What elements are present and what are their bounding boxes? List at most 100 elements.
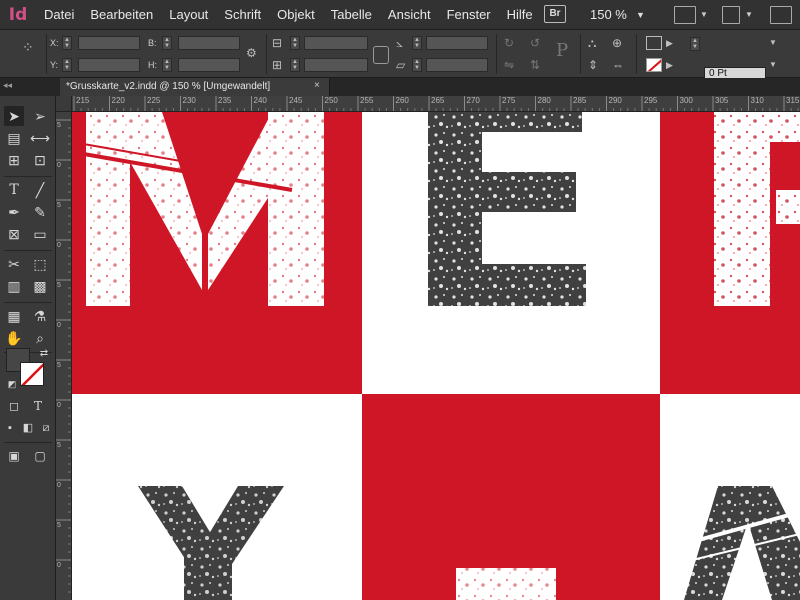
content-collector-icon[interactable]: ⊞ (4, 150, 24, 170)
stroke-weight-spinner[interactable]: ▲ ▼ (690, 37, 700, 51)
constrain-proportions-icon[interactable]: ⚙ (246, 46, 257, 60)
flip-vertical-icon[interactable]: ⇅ (530, 58, 540, 72)
flip-horizontal-icon[interactable]: ⇋ (504, 58, 514, 72)
menu-hilfe[interactable]: Hilfe (499, 0, 541, 30)
x-field[interactable] (78, 36, 140, 50)
stroke-swatch-none[interactable] (646, 58, 662, 72)
ruler-tick-label: 215 (76, 96, 90, 105)
stroke-weight-caret-icon[interactable]: ▼ (769, 36, 777, 50)
rectangle-tool-icon[interactable]: ▭ (30, 224, 50, 244)
view-options-icon[interactable] (674, 6, 696, 24)
rectangle-frame-tool-icon[interactable]: ⊠ (4, 224, 24, 244)
menu-schrift[interactable]: Schrift (216, 0, 269, 30)
screen-mode-icon[interactable]: ▢ (30, 446, 50, 466)
shear-spinner[interactable]: ▲ ▼ (412, 58, 422, 72)
free-transform-tool-icon[interactable]: ⬚ (30, 254, 50, 274)
ruler-tick-label: 5 (57, 522, 61, 529)
pencil-tool-icon[interactable]: ✎ (30, 202, 50, 222)
scale-y-field[interactable] (304, 58, 368, 72)
horizontal-ruler[interactable]: 215 220 225 230 235 240 245 250 255 260 265 270 275 2… (72, 96, 800, 112)
menu-fenster[interactable]: Fenster (439, 0, 499, 30)
ruler-tick-label: 305 (715, 96, 729, 105)
document-canvas[interactable] (72, 112, 800, 600)
document-tab[interactable]: *Grusskarte_v2.indd @ 150 % [Umgewandelt… (60, 78, 330, 96)
scale-x-field[interactable] (304, 36, 368, 50)
menu-ansicht[interactable]: Ansicht (380, 0, 439, 30)
menu-layout[interactable]: Layout (161, 0, 216, 30)
type-tool-icon[interactable]: T (4, 180, 24, 200)
note-tool-icon[interactable]: ▦ (4, 306, 24, 326)
apply-color-icon[interactable]: ▪ (0, 418, 20, 438)
h-field[interactable] (178, 58, 240, 72)
screen-mode-caret-icon[interactable]: ▼ (745, 0, 753, 30)
ruler-tick-label: 310 (750, 96, 764, 105)
scale-x-spinner[interactable]: ▲ ▼ (290, 36, 300, 50)
apply-none-icon[interactable]: ⧄ (36, 418, 56, 438)
x-spinner[interactable]: ▲ ▼ (62, 36, 72, 50)
y-field[interactable] (78, 58, 140, 72)
w-spinner[interactable]: ▲ ▼ (162, 36, 172, 50)
shear-field[interactable] (426, 58, 488, 72)
menu-bearbeiten[interactable]: Bearbeiten (82, 0, 161, 30)
normal-view-icon[interactable]: ▣ (4, 446, 24, 466)
rotate-angle-icon[interactable]: ⦣ (396, 36, 403, 50)
bridge-button[interactable]: Br (544, 5, 566, 23)
selection-tool-icon[interactable]: ➤ (4, 106, 24, 126)
formatting-container-icon[interactable]: ◻ (4, 396, 24, 416)
fill-dropdown-icon[interactable]: ▶ (666, 36, 673, 50)
select-content-icon[interactable]: ⇕ (588, 58, 598, 72)
scale-y-icon[interactable]: ⊞ (272, 58, 282, 72)
scale-y-spinner[interactable]: ▲ ▼ (290, 58, 300, 72)
vertical-ruler[interactable]: 5 0 5 0 5 0 5 0 5 0 5 0 (56, 112, 72, 600)
select-next-icon[interactable]: ⊕ (612, 36, 622, 50)
rotate-cw-icon[interactable]: ↻ (504, 36, 514, 50)
rotate-field[interactable] (426, 36, 488, 50)
default-colors-icon[interactable]: ◩ (2, 374, 22, 394)
page-tool-icon[interactable]: ▤ (4, 128, 24, 148)
arrange-documents-icon[interactable] (770, 6, 792, 24)
gradient-feather-tool-icon[interactable]: ▩ (30, 276, 50, 296)
stroke-color-swatch[interactable] (20, 362, 44, 386)
y-label: Y: (50, 60, 59, 70)
document-tab-label: *Grusskarte_v2.indd @ 150 % [Umgewandelt… (66, 81, 271, 92)
line-tool-icon[interactable]: ╱ (30, 180, 50, 200)
select-previous-icon[interactable]: ⇔ (612, 58, 624, 72)
content-placer-icon[interactable]: ⊡ (30, 150, 50, 170)
y-spinner[interactable]: ▲ ▼ (62, 58, 72, 72)
paragraph-icon[interactable]: P (556, 42, 568, 60)
rotate-ccw-icon[interactable]: ↺ (530, 36, 540, 50)
chain-link-icon[interactable] (373, 46, 389, 64)
close-tab-icon[interactable]: × (314, 80, 320, 91)
zoom-level[interactable]: 150 % (590, 0, 627, 30)
w-field[interactable] (178, 36, 240, 50)
rotate-spinner[interactable]: ▲ ▼ (412, 36, 422, 50)
collapse-panel-icon[interactable]: ◂◂ (3, 80, 12, 91)
screen-mode-icon[interactable] (722, 6, 740, 24)
apply-gradient-icon[interactable]: ◧ (18, 418, 38, 438)
ruler-tick-label: 285 (573, 96, 587, 105)
scale-x-icon[interactable]: ⊟ (272, 36, 282, 50)
ruler-tick-label: 295 (644, 96, 658, 105)
reference-point-icon[interactable]: ⁘ (22, 40, 34, 54)
direct-selection-tool-icon[interactable]: ➢ (30, 106, 50, 126)
menu-datei[interactable]: Datei (36, 0, 82, 30)
fill-swatch[interactable] (646, 36, 662, 50)
formatting-text-icon[interactable]: T (28, 396, 48, 416)
menu-objekt[interactable]: Objekt (269, 0, 323, 30)
gradient-swatch-tool-icon[interactable]: ▥ (4, 276, 24, 296)
view-options-caret-icon[interactable]: ▼ (700, 0, 708, 30)
swap-colors-icon[interactable]: ⇄ (34, 344, 54, 364)
h-spinner[interactable]: ▲ ▼ (162, 58, 172, 72)
zoom-dropdown-icon[interactable]: ▼ (636, 0, 645, 30)
pen-tool-icon[interactable]: ✒ (4, 202, 24, 222)
stroke-dropdown-icon[interactable]: ▶ (666, 58, 673, 72)
hand-tool-icon[interactable]: ✋ (4, 328, 24, 348)
scissors-tool-icon[interactable]: ✂ (4, 254, 24, 274)
menu-tabelle[interactable]: Tabelle (323, 0, 380, 30)
gap-tool-icon[interactable]: ⟷ (30, 128, 50, 148)
ruler-origin[interactable] (56, 96, 72, 112)
eyedropper-tool-icon[interactable]: ⚗ (30, 306, 50, 326)
stroke-type-caret-icon[interactable]: ▼ (769, 58, 777, 72)
shear-angle-icon[interactable]: ▱ (396, 58, 405, 72)
select-container-icon[interactable]: ⛬ (588, 36, 596, 50)
